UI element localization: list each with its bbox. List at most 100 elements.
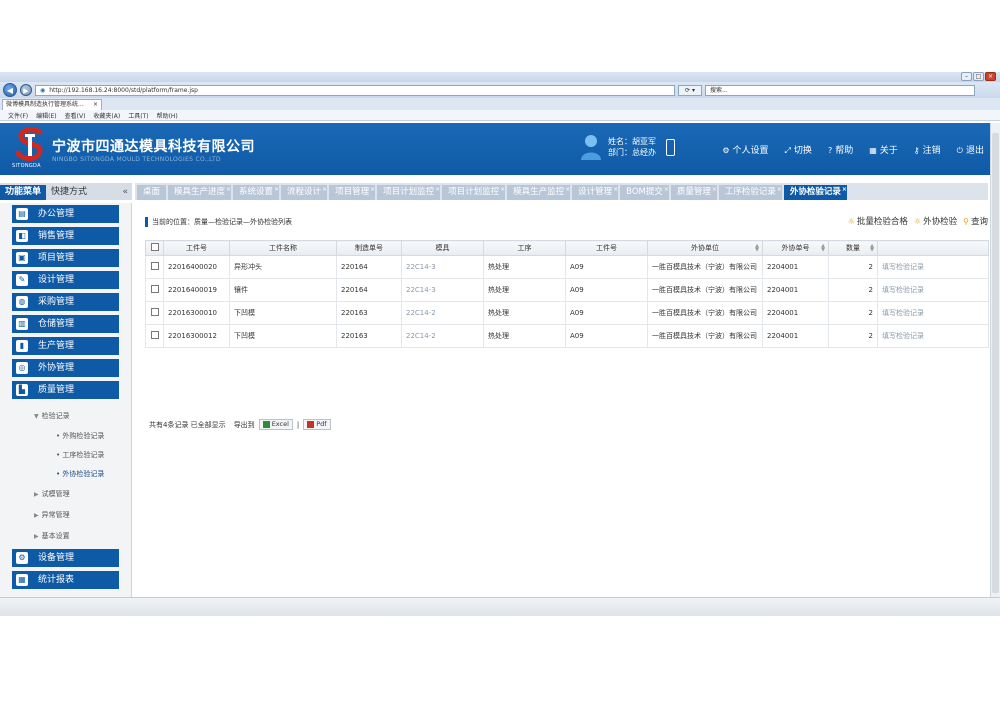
tab-close-icon[interactable]: × [712,182,717,197]
tab-0[interactable]: 桌面 [137,185,167,200]
tab-close-icon[interactable]: × [500,182,505,197]
tab-5[interactable]: 项目计划监控 × [377,182,441,200]
sidebar-item-outsourcing[interactable]: ◎ 外协管理 [12,359,119,377]
tab-6[interactable]: 项目计划监控 × [442,182,506,200]
menu-help[interactable]: 帮助(H) [157,111,178,120]
sidebar-item-process-inspection[interactable]: • 工序检验记录 [56,450,104,460]
tab-1[interactable]: 模具生产进度 × [168,182,232,200]
tab-close-icon[interactable]: × [613,182,618,197]
tab-function-menu[interactable]: 功能菜单 [0,185,47,200]
cell-operation[interactable]: 填写检验记录 [877,278,989,302]
menu-edit[interactable]: 编辑(E) [36,111,56,120]
menu-view[interactable]: 查看(V) [65,111,86,120]
tab-close-icon[interactable]: × [274,182,279,197]
collapse-sidebar-button[interactable]: « [122,185,128,200]
menu-file[interactable]: 文件(F) [8,111,28,120]
menu-tools[interactable]: 工具(T) [128,111,148,120]
col-quantity[interactable]: 数量 ▲ ▼ [828,240,878,256]
scrollbar-thumb[interactable] [992,133,999,593]
switch-button[interactable]: ⤢ 切换 [785,143,812,156]
menu-favorites[interactable]: 收藏夹(A) [93,111,120,120]
forward-button[interactable]: ▶ [20,84,32,96]
select-all-checkbox[interactable] [145,240,164,256]
tab-close-icon[interactable]: × [565,182,570,197]
tab-12[interactable]: 外协检验记录 × [783,182,847,200]
sidebar-item-project[interactable]: ▣ 项目管理 [12,249,119,267]
cell-operation[interactable]: 填写检验记录 [877,324,989,348]
tab-10[interactable]: 质量管理 × [670,182,717,200]
close-window-button[interactable]: × [985,72,996,81]
col-process[interactable]: 工序 [483,240,566,256]
col-order-no[interactable]: 制造单号 [336,240,402,256]
sidebar-item-basic-settings[interactable]: ▶ 基本设置 [34,531,70,541]
tab-7[interactable]: 模具生产监控 × [507,182,571,200]
sidebar-item-equipment[interactable]: ⚙ 设备管理 [12,549,119,567]
export-excel-button[interactable]: Excel [258,419,293,430]
col-vendor[interactable]: 外协单位 ▲ ▼ [647,240,763,256]
sidebar-item-quality[interactable]: ▙ 质量管理 [12,381,119,399]
outsource-inspect-button[interactable]: ☼ 外协检验 [914,215,957,227]
col-workpiece-name[interactable]: 工件名称 [229,240,337,256]
sort-icon[interactable]: ▲ ▼ [821,244,825,253]
row-checkbox[interactable] [145,255,164,279]
col-workpiece-no[interactable]: 工件号 [163,240,230,256]
sidebar-item-sales[interactable]: ◧ 销售管理 [12,227,119,245]
sidebar-item-design[interactable]: ✎ 设计管理 [12,271,119,289]
export-pdf-button[interactable]: Pdf [303,419,331,430]
table-row[interactable]: 22016400019 镶件 220164 22C14-3 热处理 A09 一胜百模具技术（… [145,278,989,302]
tab-close-icon[interactable]: × [370,182,375,197]
sort-icon[interactable]: ▲ ▼ [870,244,874,253]
personal-settings-button[interactable]: ⚙ 个人设置 [722,143,768,156]
table-row[interactable]: 22016300010 下凹模 220163 22C14-2 热处理 A09 一胜百模具技术… [145,301,989,325]
sidebar-item-purchase[interactable]: ◍ 采购管理 [12,293,119,311]
back-button[interactable]: ◀ [3,83,17,97]
maximize-button[interactable]: □ [973,72,984,81]
sort-icon[interactable]: ▲ ▼ [755,244,759,253]
batch-pass-button[interactable]: ☼ 批量检验合格 [848,215,908,227]
sidebar-item-outsource-inspection[interactable]: • 外协检验记录 [56,469,104,479]
sidebar-item-reports[interactable]: ▦ 统计报表 [12,571,119,589]
help-button[interactable]: ? 帮助 [828,143,853,156]
browser-search-input[interactable]: 搜索... [705,84,975,96]
tab-close-icon[interactable]: × [664,182,669,197]
tab-4[interactable]: 项目管理 × [329,182,376,200]
col-outsource-no[interactable]: 外协单号 ▲ ▼ [762,240,829,256]
sidebar-item-office[interactable]: ▤ 办公管理 [12,205,119,223]
sidebar-item-purchase-inspection[interactable]: • 外购检验记录 [56,431,104,441]
sidebar-item-production[interactable]: ▮ 生产管理 [12,337,119,355]
browser-tab[interactable]: 微博模具制造执行管理系统... × [2,99,102,110]
about-button[interactable]: ▦ 关于 [869,143,898,156]
query-button[interactable]: ⚲ 查询 [963,215,988,227]
refresh-button[interactable]: ⟳ ▾ [678,84,702,96]
minimize-button[interactable]: – [961,72,972,81]
table-row[interactable]: 22016400020 异形冲头 220164 22C14-3 热处理 A09 一胜百模具技… [145,255,989,279]
tab-close-icon[interactable]: × [93,100,98,110]
address-bar[interactable]: ◉ http://192.168.16.24:8000/std/platform… [35,84,675,96]
sidebar-item-trial-mold[interactable]: ▶ 试模管理 [34,489,70,499]
tab-11[interactable]: 工序检验记录 × [718,182,782,200]
col-mold[interactable]: 模具 [401,240,484,256]
vertical-scrollbar[interactable] [990,123,1000,613]
logout-button[interactable]: ⚷ 注销 [914,143,941,156]
tab-close-icon[interactable]: × [777,182,782,197]
row-checkbox[interactable] [145,324,164,348]
tab-close-icon[interactable]: × [322,182,327,197]
tab-2[interactable]: 系统设置 × [233,182,280,200]
tab-shortcuts[interactable]: 快捷方式 [46,185,92,200]
row-checkbox[interactable] [145,278,164,302]
col-workpiece-no-2[interactable]: 工件号 [565,240,648,256]
tab-close-icon[interactable]: × [226,182,231,197]
tab-close-icon[interactable]: × [435,182,440,197]
row-checkbox[interactable] [145,301,164,325]
tab-8[interactable]: 设计管理 × [572,182,619,200]
tab-close-icon[interactable]: × [842,182,847,197]
exit-button[interactable]: ⏻ 退出 [957,143,984,156]
sidebar-group-inspection[interactable]: ▼ 检验记录 [34,411,70,421]
tab-3[interactable]: 流程设计 × [281,182,328,200]
mobile-icon[interactable] [666,138,675,156]
sidebar-item-exception[interactable]: ▶ 异常管理 [34,510,70,520]
cell-operation[interactable]: 填写检验记录 [877,255,989,279]
sidebar-item-warehouse[interactable]: ▥ 仓储管理 [12,315,119,333]
cell-operation[interactable]: 填写检验记录 [877,301,989,325]
tab-9[interactable]: BOM提交 × [620,185,669,200]
